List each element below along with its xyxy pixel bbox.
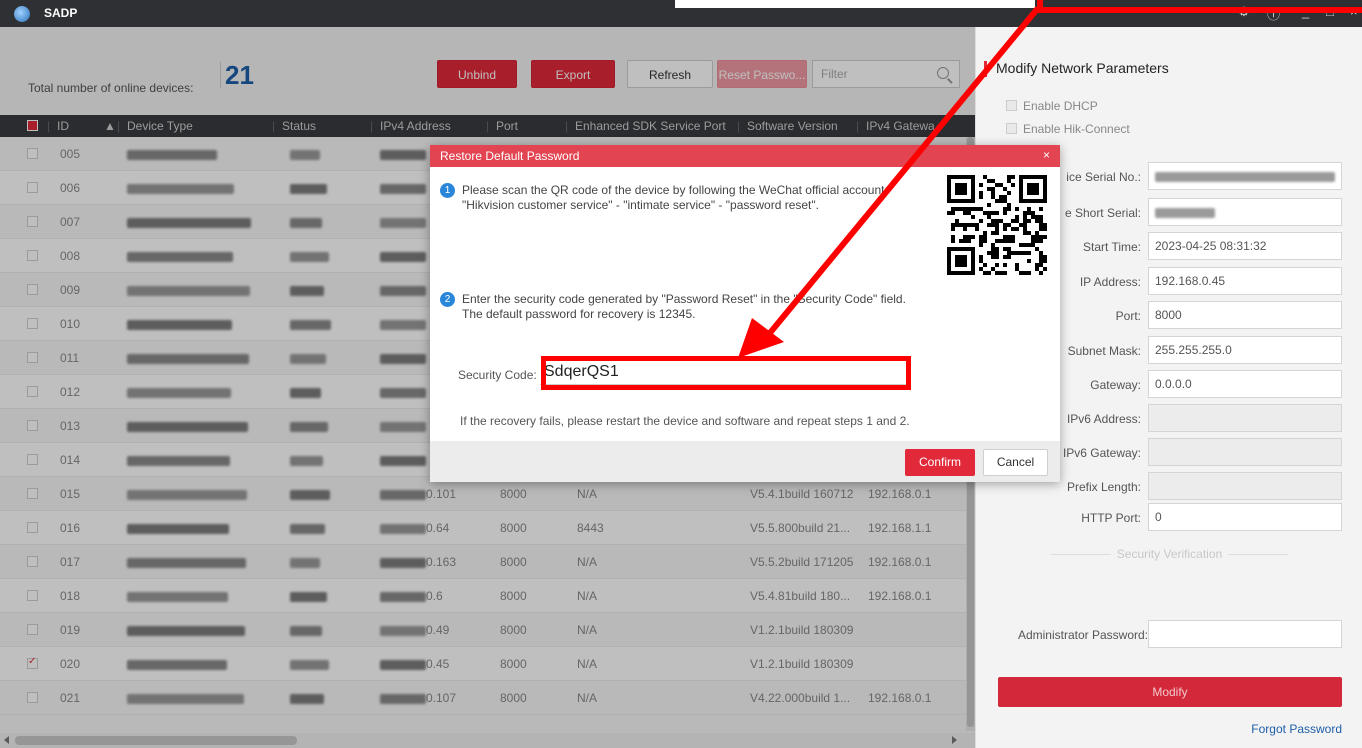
forgot-password-link[interactable]: Forgot Password <box>1251 722 1342 736</box>
dialog-header: Restore Default Password × <box>430 145 1060 167</box>
admin-password-label: Administrator Password: <box>1017 628 1148 642</box>
app-logo-icon <box>14 6 30 22</box>
settings-icon[interactable]: ⚙ <box>1238 4 1250 20</box>
qr-code-image <box>947 175 1047 275</box>
field-value[interactable]: 8000 <box>1148 301 1342 329</box>
restore-password-dialog: Restore Default Password × 1 Please scan… <box>430 145 1060 482</box>
cancel-button[interactable]: Cancel <box>983 449 1048 476</box>
dialog-title: Restore Default Password <box>440 149 580 163</box>
field-value[interactable] <box>1148 404 1342 432</box>
info-icon[interactable]: ⓘ <box>1267 4 1280 23</box>
field-label: HTTP Port: <box>1081 511 1141 525</box>
title-bar: SADP ⚙ ⓘ _ □ × <box>0 0 1362 27</box>
enable-dhcp-checkbox[interactable]: Enable DHCP <box>1006 99 1306 113</box>
field-label: Prefix Length: <box>1066 480 1141 494</box>
field-value[interactable]: 0.0.0.0 <box>1148 370 1342 398</box>
field-value[interactable] <box>1148 162 1342 190</box>
field-value[interactable] <box>1148 472 1342 500</box>
recovery-note: If the recovery fails, please restart th… <box>460 414 910 428</box>
enable-hik-connect-checkbox[interactable]: Enable Hik-Connect <box>1006 122 1306 136</box>
field-value[interactable]: 192.168.0.45 <box>1148 267 1342 295</box>
security-code-label: Security Code: <box>458 368 537 382</box>
step-2-line-1: Enter the security code generated by "Pa… <box>462 292 906 306</box>
step-1-line-2: "Hikvision customer service" - "intimate… <box>462 198 819 212</box>
field-value[interactable]: 2023-04-25 08:31:32 <box>1148 232 1342 260</box>
step-2-badge: 2 <box>440 292 455 307</box>
field-value[interactable]: 255.255.255.0 <box>1148 336 1342 364</box>
close-icon[interactable]: × <box>1043 148 1050 162</box>
confirm-button[interactable]: Confirm <box>905 449 975 476</box>
maximize-icon[interactable]: □ <box>1326 4 1334 19</box>
security-code-highlight <box>541 356 911 390</box>
panel-title: Modify Network Parameters <box>996 60 1169 76</box>
modify-button[interactable]: Modify <box>998 677 1342 707</box>
step-1-line-1: Please scan the QR code of the device by… <box>462 183 885 197</box>
admin-password-field[interactable] <box>1148 620 1342 648</box>
step-2-line-2: The default password for recovery is 123… <box>462 307 696 321</box>
field-value[interactable] <box>1148 198 1342 226</box>
top-overlay <box>675 0 1035 8</box>
field-value[interactable] <box>1148 438 1342 466</box>
minimize-icon[interactable]: _ <box>1302 4 1309 19</box>
close-window-icon[interactable]: × <box>1350 4 1358 19</box>
field-value[interactable]: 0 <box>1148 503 1342 531</box>
security-verification-divider: Security Verification <box>976 547 1362 561</box>
step-1-badge: 1 <box>440 183 455 198</box>
app-title: SADP <box>44 6 78 20</box>
dialog-footer: Confirm Cancel <box>430 441 1060 482</box>
